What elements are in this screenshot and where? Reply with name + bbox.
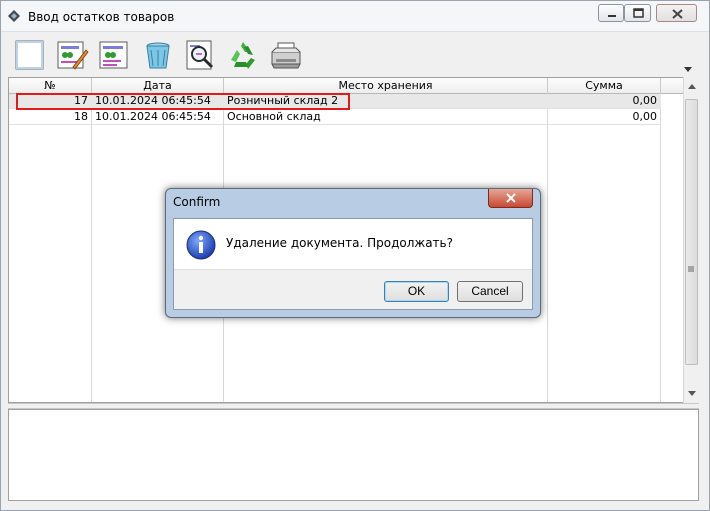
confirm-dialog: Confirm Удаление документа. Продолжать? … [165,188,541,318]
scroll-grip-icon [688,266,694,272]
cancel-button[interactable]: Cancel [457,281,523,302]
scroll-up-icon[interactable] [688,83,696,91]
copy-document-icon [99,41,128,69]
printer-icon [271,42,301,69]
refresh-button[interactable] [226,38,260,72]
magnifier-search-icon [186,40,214,70]
close-icon [672,9,683,19]
new-document-icon [15,40,44,70]
scroll-down-icon[interactable] [688,389,696,397]
minimize-icon [608,15,616,17]
dialog-title: Confirm [173,195,221,209]
minimize-button[interactable] [598,4,624,22]
maximize-icon [633,8,644,18]
window-title: Ввод остатков товаров [28,10,175,24]
cell-sum: 0,00 [632,94,658,107]
copy-document-button[interactable] [97,38,131,72]
dialog-message: Удаление документа. Продолжать? [226,236,453,250]
edit-document-icon [57,41,89,70]
cell-number: 18 [74,110,88,123]
trash-bin-icon [146,42,170,69]
delete-button[interactable] [141,38,175,72]
new-document-button[interactable] [13,38,47,72]
print-button[interactable] [269,38,303,72]
toolbar [7,35,697,75]
scrollbar-thumb[interactable] [685,99,698,365]
edit-document-button[interactable] [55,38,89,72]
ok-button[interactable]: OK [384,281,449,302]
details-pane [8,409,699,501]
title-bar: Ввод остатков товаров [1,1,709,32]
close-icon [506,193,516,203]
dialog-body: Удаление документа. Продолжать? OK Cance… [173,218,533,310]
cell-storage: Основной склад [227,110,321,123]
dialog-close-button[interactable] [488,189,533,208]
search-button[interactable] [183,38,217,72]
vertical-scrollbar[interactable] [683,77,700,403]
column-header-storage[interactable]: Место хранения [224,78,548,93]
app-diamond-icon [8,10,20,22]
column-header-date[interactable]: Дата [92,78,224,93]
cell-date: 10.01.2024 06:45:54 [95,110,211,123]
dialog-footer: OK Cancel [174,269,532,309]
column-header-number[interactable]: № [9,78,92,93]
maximize-button[interactable] [624,4,651,22]
cell-sum: 0,00 [632,110,658,123]
table-row[interactable]: 18 10.01.2024 06:45:54 Основной склад 0,… [9,110,661,125]
highlight-annotation [16,93,350,110]
toolbar-overflow-icon[interactable] [684,67,692,73]
column-header-sum[interactable]: Сумма [548,78,661,93]
grid-header: № Дата Место хранения Сумма [9,78,684,94]
refresh-recycle-icon [231,42,255,69]
info-icon [186,230,216,260]
close-button[interactable] [656,4,697,22]
